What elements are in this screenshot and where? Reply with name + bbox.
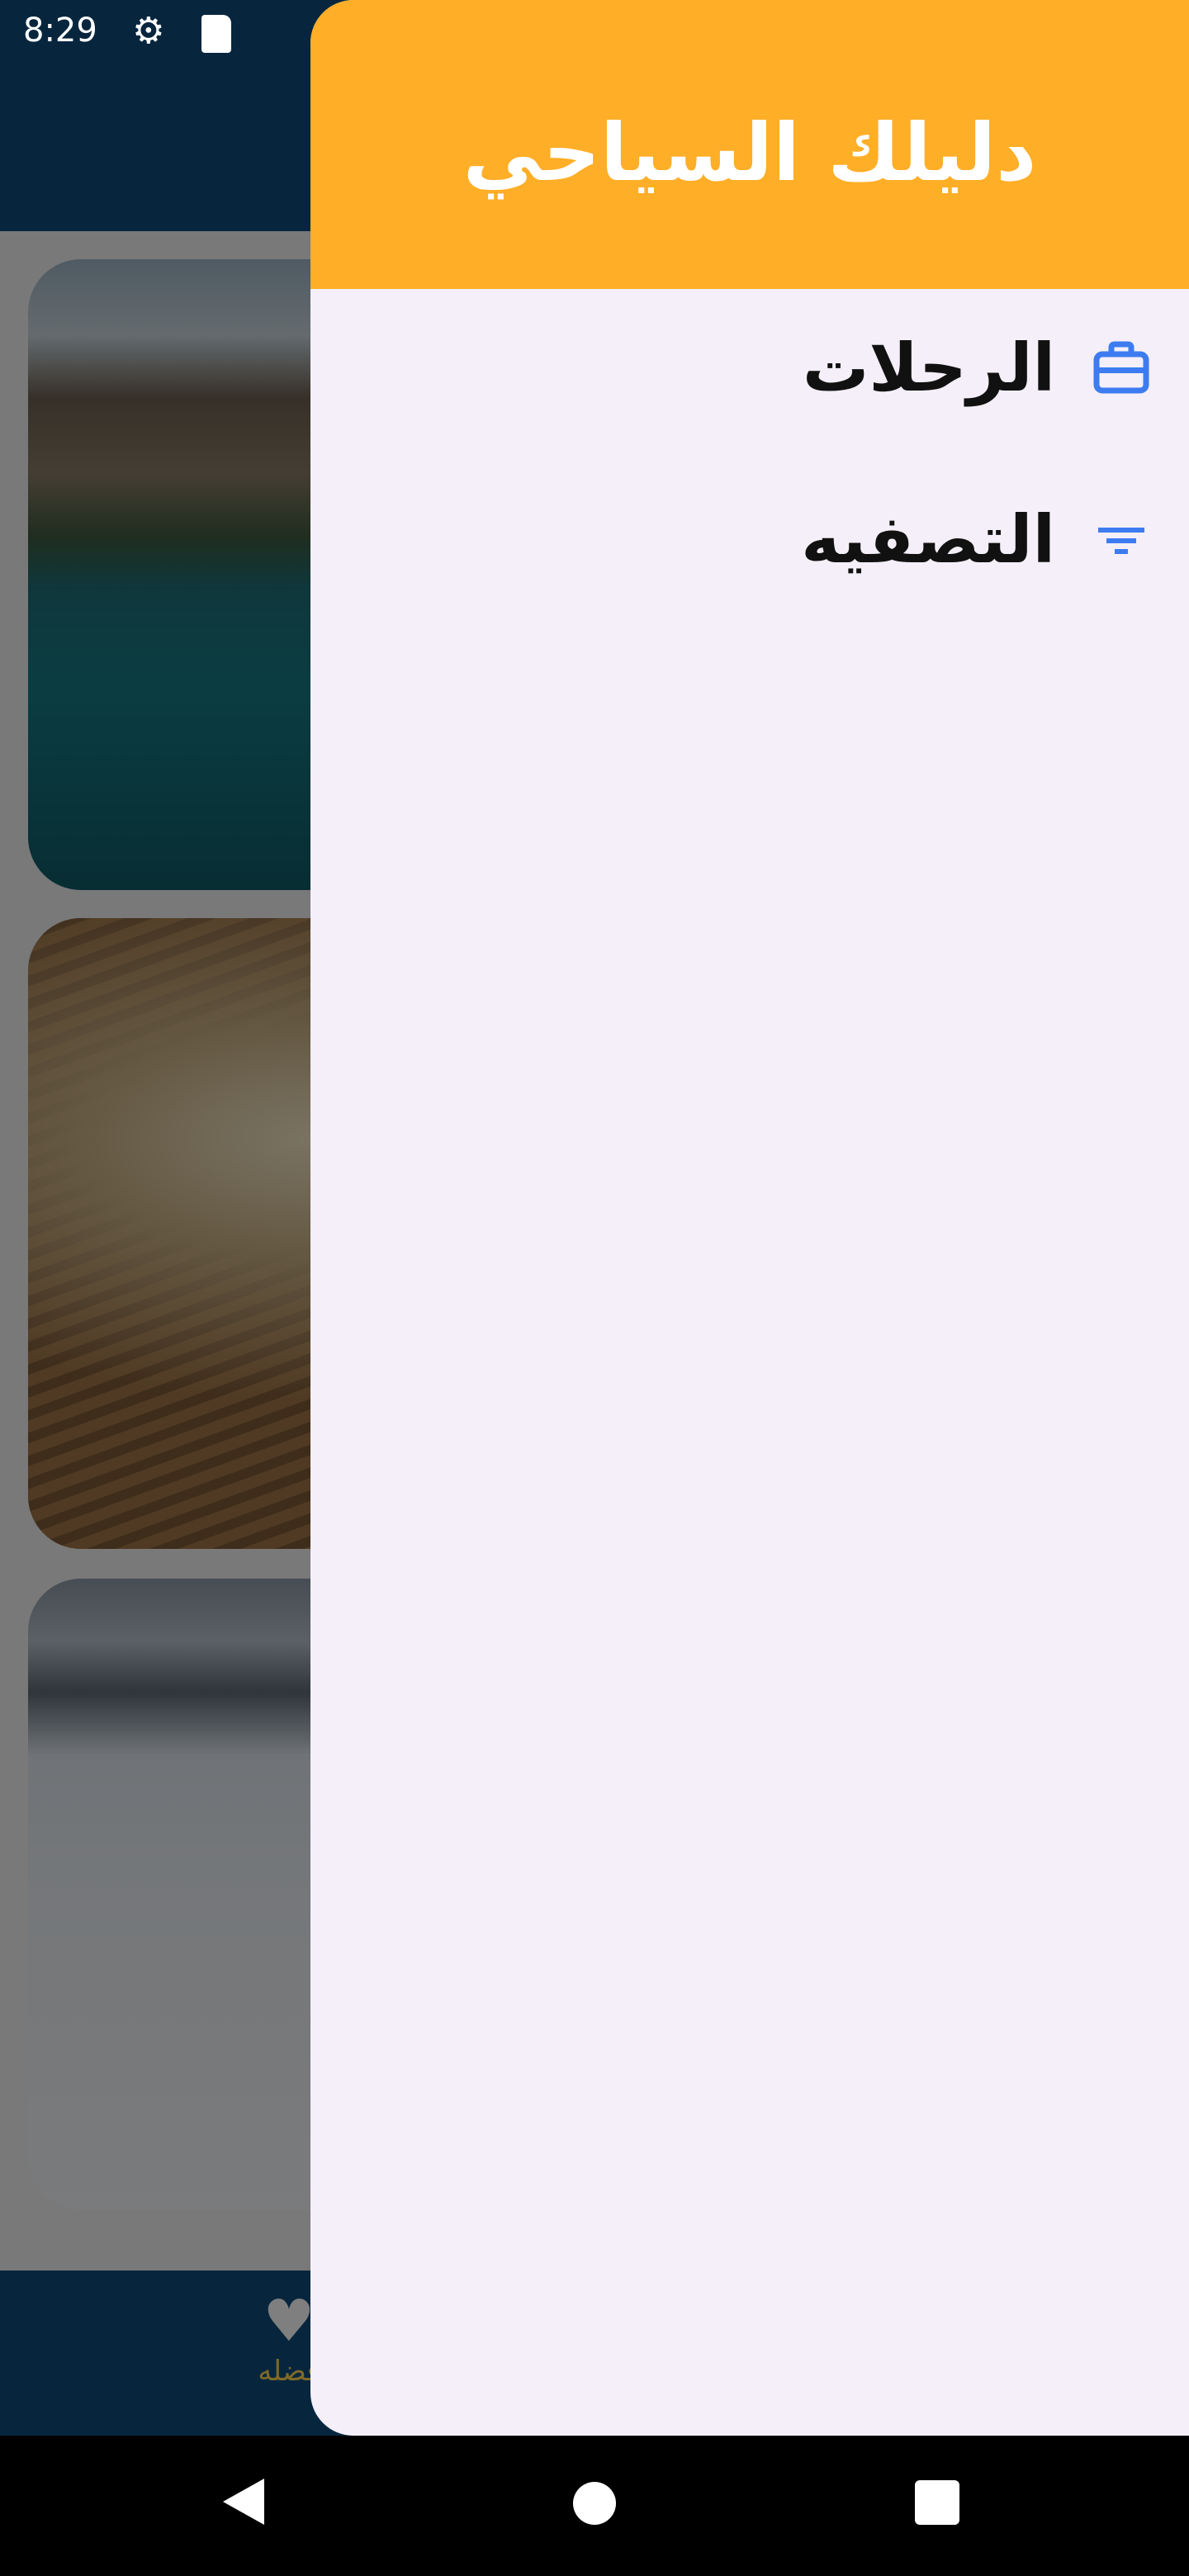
settings-icon: ⚙ <box>132 10 165 52</box>
drawer-header: دليلك السياحي <box>310 0 1189 289</box>
drawer-item-label: الرحلات <box>802 329 1055 406</box>
briefcase-icon <box>1092 338 1151 397</box>
home-icon[interactable] <box>573 2482 616 2525</box>
back-icon[interactable] <box>223 2479 264 2525</box>
navigation-drawer: دليلك السياحي الرحلات التصفيه <box>310 0 1189 2436</box>
drawer-item-trips[interactable]: الرحلات <box>803 322 1151 413</box>
recent-apps-icon[interactable] <box>915 2480 959 2525</box>
drawer-item-label: التصفيه <box>801 500 1055 578</box>
status-time: 8:29 <box>23 12 97 50</box>
sd-card-icon <box>201 15 231 53</box>
drawer-title: دليلك السياحي <box>462 107 1037 199</box>
system-navigation-bar <box>0 2436 1189 2576</box>
filter-icon <box>1092 509 1151 569</box>
drawer-item-filter[interactable]: التصفيه <box>801 494 1151 585</box>
